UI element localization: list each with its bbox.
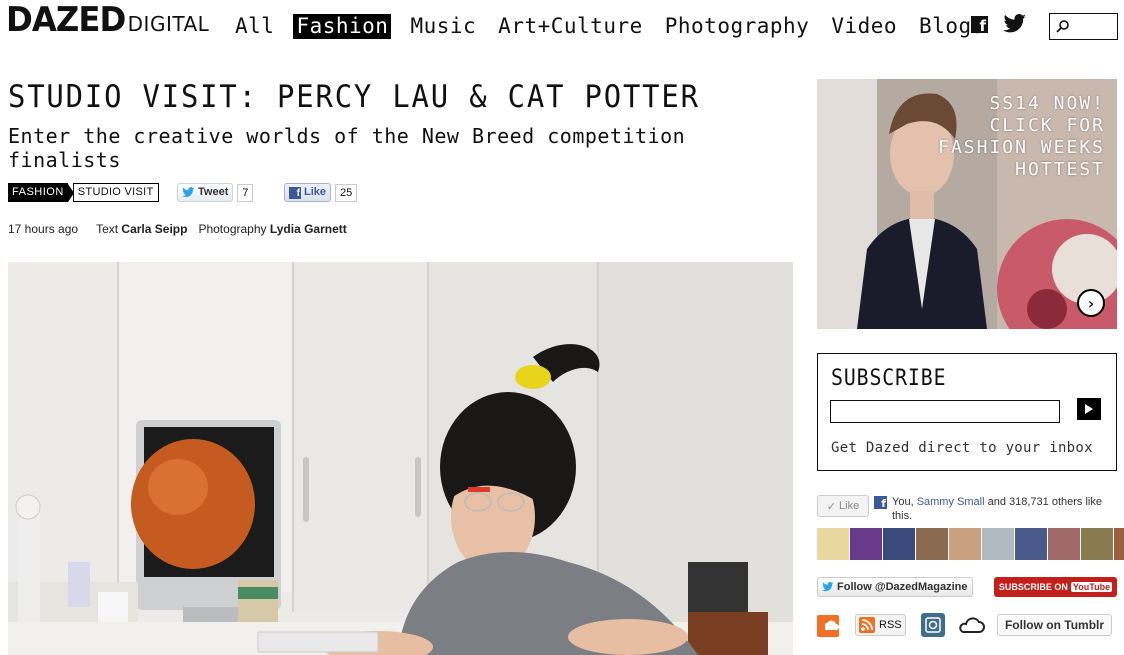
twitter-follow-label: Follow @DazedMagazine xyxy=(837,581,968,593)
ad-text: SS14 NOW! CLICK FOR FASHION WEEKS HOTTES… xyxy=(938,93,1105,181)
tweet-button[interactable]: Tweet xyxy=(177,183,234,202)
twitter-bird-icon xyxy=(182,187,195,198)
nav-item-all[interactable]: All xyxy=(232,14,277,39)
ad-line-2: CLICK FOR xyxy=(989,115,1105,136)
social-icons-row: RSS Follow on Tumblr xyxy=(817,613,1117,639)
search-icon xyxy=(1056,20,1069,33)
like-count: 25 xyxy=(335,183,358,202)
article-tags: FASHION STUDIO VISIT xyxy=(8,183,159,202)
nav-item-art-culture[interactable]: Art+Culture xyxy=(495,14,646,39)
tweet-count: 7 xyxy=(237,183,254,202)
instagram-icon[interactable] xyxy=(921,613,945,637)
text-credit-label: Text xyxy=(96,222,119,236)
subscribe-email-input[interactable] xyxy=(830,400,1060,423)
facebook-icon[interactable]: f xyxy=(971,16,988,33)
chevron-right-icon[interactable]: › xyxy=(1077,289,1105,317)
ad-line-4: HOTTEST xyxy=(1015,159,1105,180)
soundcloud-icon[interactable] xyxy=(817,615,839,637)
fan-avatar[interactable] xyxy=(1048,528,1080,560)
photo-credit: Photography Lydia Garnett xyxy=(198,222,346,236)
fan-avatar[interactable] xyxy=(883,528,915,560)
play-arrow-icon xyxy=(1085,404,1093,414)
rss-icon xyxy=(859,617,875,633)
fb-friend-link[interactable]: Sammy Small xyxy=(917,496,985,508)
nav-item-music[interactable]: Music xyxy=(407,14,479,39)
byline: 17 hours ago Text Carla Seipp Photograph… xyxy=(8,222,347,236)
search-input[interactable] xyxy=(1049,13,1118,40)
tag-studio-visit[interactable]: STUDIO VISIT xyxy=(72,183,159,202)
fan-avatar[interactable] xyxy=(982,528,1014,560)
nav-item-photography[interactable]: Photography xyxy=(662,14,813,39)
photo-credit-label: Photography xyxy=(198,222,267,236)
facebook-widget: ✓ Like f You, Sammy Small and 318,731 ot… xyxy=(817,495,1124,523)
fan-avatar[interactable] xyxy=(916,528,948,560)
like-label: Like xyxy=(304,186,327,198)
text-author[interactable]: Carla Seipp xyxy=(121,222,187,236)
cloud-icon[interactable] xyxy=(957,616,985,634)
rss-label: RSS xyxy=(879,619,902,631)
nav-item-video[interactable]: Video xyxy=(828,14,900,39)
fan-avatar[interactable] xyxy=(1114,528,1124,560)
photo-author[interactable]: Lydia Garnett xyxy=(270,222,347,236)
facebook-like-button[interactable]: f Like xyxy=(284,183,332,202)
checkmark-icon: ✓ xyxy=(826,500,837,513)
subscribe-submit-button[interactable] xyxy=(1077,398,1101,420)
fan-avatar[interactable] xyxy=(850,528,882,560)
fb-text-prefix: You, xyxy=(892,496,914,508)
youtube-subscribe-label: SUBSCRIBE ON xyxy=(998,582,1068,592)
logo-digital: DIGITAL xyxy=(127,12,210,36)
time-ago: 17 hours ago xyxy=(8,222,79,236)
sidebar-ad-banner[interactable]: SS14 NOW! CLICK FOR FASHION WEEKS HOTTES… xyxy=(817,79,1117,329)
subscribe-box: SUBSCRIBE Get Dazed direct to your inbox xyxy=(817,353,1117,471)
subscribe-note: Get Dazed direct to your inbox xyxy=(831,440,1093,456)
subscribe-heading: SUBSCRIBE xyxy=(831,366,947,391)
tumblr-follow-button[interactable]: Follow on Tumblr xyxy=(997,614,1112,636)
site-logo[interactable]: DAZED DIGITAL xyxy=(6,2,209,38)
nav-item-fashion[interactable]: Fashion xyxy=(293,14,392,39)
facebook-faces xyxy=(817,528,1124,560)
fan-avatar[interactable] xyxy=(817,528,849,560)
article-subtitle: Enter the creative worlds of the New Bre… xyxy=(8,124,686,172)
fb-like-label: Like xyxy=(839,500,860,512)
fan-avatar[interactable] xyxy=(1081,528,1113,560)
facebook-share: f Like 25 xyxy=(284,183,358,202)
article-title: STUDIO VISIT: PERCY LAU & CAT POTTER xyxy=(8,79,700,115)
ad-line-1: SS14 NOW! xyxy=(989,93,1105,114)
rss-button[interactable]: RSS xyxy=(855,614,906,636)
facebook-icon: f xyxy=(289,186,301,199)
facebook-likes-text: You, Sammy Small and 318,731 others like… xyxy=(892,495,1124,523)
tweet-share: Tweet 7 xyxy=(177,183,254,202)
logo-dazed: DAZED xyxy=(6,0,126,40)
facebook-icon: f xyxy=(874,496,887,509)
twitter-icon[interactable] xyxy=(1003,14,1027,34)
youtube-logo: YouTube xyxy=(1070,582,1113,592)
facebook-page-like-button[interactable]: ✓ Like xyxy=(817,495,869,517)
main-nav: All Fashion Music Art+Culture Photograph… xyxy=(232,14,1004,39)
article-hero-image xyxy=(8,262,793,655)
ad-line-3: FASHION WEEKS xyxy=(938,137,1105,158)
tweet-label: Tweet xyxy=(198,186,229,198)
text-credit: Text Carla Seipp xyxy=(96,222,187,236)
tag-fashion[interactable]: FASHION xyxy=(8,183,68,202)
fan-avatar[interactable] xyxy=(1015,528,1047,560)
youtube-subscribe-button[interactable]: SUBSCRIBE ON YouTube xyxy=(994,577,1117,597)
twitter-bird-icon xyxy=(822,582,834,592)
twitter-follow-button[interactable]: Follow @DazedMagazine xyxy=(817,577,973,597)
fan-avatar[interactable] xyxy=(949,528,981,560)
